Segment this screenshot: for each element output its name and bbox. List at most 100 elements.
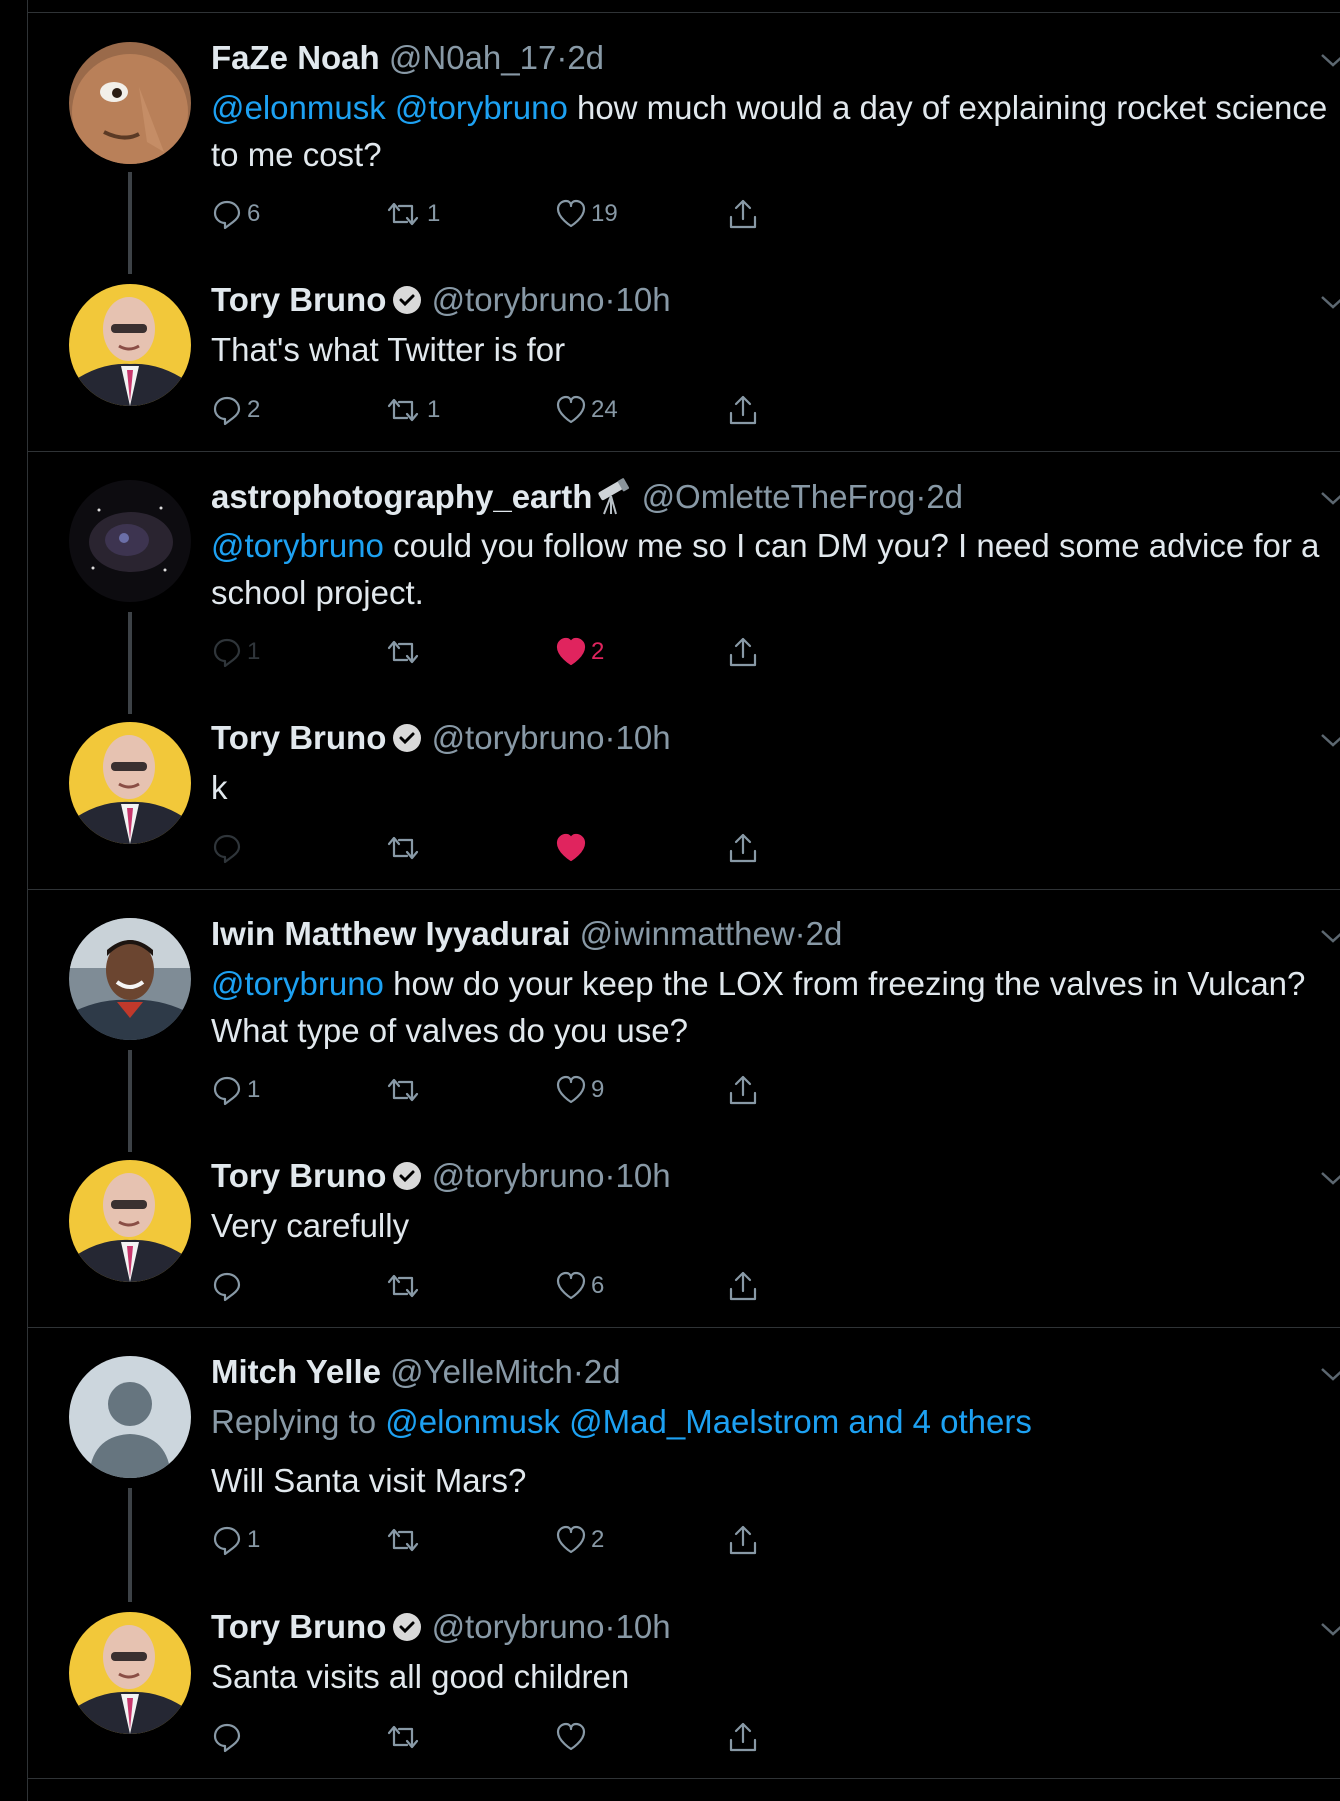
like-button[interactable] (555, 828, 591, 868)
retweet-button[interactable]: 1 (383, 194, 440, 234)
reply-icon (213, 834, 241, 864)
retweet-icon (387, 202, 419, 226)
retweet-button[interactable] (383, 632, 427, 672)
timestamp[interactable]: 2d (567, 39, 604, 76)
smiling-man-avatar (69, 918, 191, 1040)
tweet-header: Tory Bruno @torybruno·10h (211, 1607, 671, 1647)
share-button[interactable] (727, 194, 759, 234)
retweet-button[interactable] (383, 1266, 427, 1306)
share-button[interactable] (727, 828, 759, 868)
avatar[interactable] (69, 1356, 191, 1478)
display-name[interactable]: FaZe Noah (211, 39, 380, 76)
chevron-down-icon[interactable] (1318, 926, 1340, 946)
retweet-button[interactable]: 1 (383, 390, 440, 430)
chevron-down-icon[interactable] (1318, 488, 1340, 508)
tweet-text: Santa visits all good children (211, 1658, 630, 1695)
separator-dot: · (556, 39, 568, 76)
retweet-icon (387, 1725, 419, 1749)
reply-button[interactable]: 1 (211, 632, 260, 672)
chevron-down-icon[interactable] (1318, 1619, 1340, 1639)
retweet-button[interactable] (383, 828, 427, 868)
user-handle[interactable]: @torybruno (432, 281, 605, 318)
chevron-down-icon[interactable] (1318, 50, 1340, 70)
user-handle[interactable]: @torybruno (432, 1157, 605, 1194)
display-name[interactable]: Iwin Matthew Iyyadurai (211, 915, 570, 952)
share-button[interactable] (727, 1070, 759, 1110)
mention-link[interactable]: @torybruno (211, 965, 384, 1002)
display-name[interactable]: astrophotography_earth (211, 478, 592, 515)
display-name[interactable]: Tory Bruno (211, 1157, 386, 1194)
like-count: 2 (591, 638, 605, 665)
reply-button[interactable]: 2 (211, 390, 260, 430)
reply-button[interactable]: 6 (211, 194, 260, 234)
mention-link[interactable]: @elonmusk @torybruno (211, 89, 568, 126)
chevron-down-icon[interactable] (1318, 1364, 1340, 1384)
reply-button[interactable]: 1 (211, 1070, 260, 1110)
like-button[interactable]: 6 (555, 1266, 604, 1306)
avatar[interactable] (69, 480, 191, 602)
reply-button[interactable] (211, 828, 247, 868)
replying-to-link[interactable]: @elonmusk @Mad_Maelstrom and 4 others (385, 1403, 1032, 1440)
user-handle[interactable]: @OmletteTheFrog (642, 478, 916, 515)
reply-icon (213, 1076, 241, 1106)
heart-filled-icon (556, 833, 586, 862)
avatar[interactable] (69, 722, 191, 844)
user-handle[interactable]: @iwinmatthew (580, 915, 795, 952)
retweet-button[interactable] (383, 1520, 427, 1560)
like-button[interactable]: 9 (555, 1070, 604, 1110)
divider (28, 1327, 1340, 1328)
avatar[interactable] (69, 42, 191, 164)
retweet-icon (387, 836, 419, 860)
user-handle[interactable]: @YelleMitch (390, 1353, 573, 1390)
chevron-down-icon[interactable] (1318, 292, 1340, 312)
heart-icon (556, 1075, 586, 1104)
retweet-button[interactable] (383, 1070, 427, 1110)
tweet-header: Tory Bruno @torybruno·10h (211, 718, 671, 758)
avatar[interactable] (69, 1160, 191, 1282)
retweet-count: 1 (427, 200, 441, 227)
tweet-actions (211, 828, 811, 868)
avatar[interactable] (69, 1612, 191, 1734)
tweet-text: @elonmusk @torybruno how much would a da… (211, 89, 1328, 173)
reply-button[interactable] (211, 1717, 247, 1757)
timestamp[interactable]: 2d (806, 915, 843, 952)
timestamp[interactable]: 10h (615, 1157, 670, 1194)
display-name[interactable]: Mitch Yelle (211, 1353, 381, 1390)
share-button[interactable] (727, 632, 759, 672)
heart-icon (556, 1525, 586, 1554)
reply-button[interactable] (211, 1266, 247, 1306)
avatar[interactable] (69, 918, 191, 1040)
share-button[interactable] (727, 1717, 759, 1757)
retweet-icon (387, 640, 419, 664)
reply-icon (213, 200, 241, 230)
like-button[interactable]: 19 (555, 194, 618, 234)
display-name[interactable]: Tory Bruno (211, 1608, 386, 1645)
like-button[interactable]: 2 (555, 632, 604, 672)
timestamp[interactable]: 10h (615, 719, 670, 756)
timestamp[interactable]: 2d (926, 478, 963, 515)
retweet-button[interactable] (383, 1717, 427, 1757)
share-icon (729, 395, 757, 425)
reply-button[interactable]: 1 (211, 1520, 260, 1560)
display-name[interactable]: Tory Bruno (211, 281, 386, 318)
user-handle[interactable]: @torybruno (432, 719, 605, 756)
chevron-down-icon[interactable] (1318, 730, 1340, 750)
user-handle[interactable]: @torybruno (432, 1608, 605, 1645)
chevron-down-icon[interactable] (1318, 1168, 1340, 1188)
user-handle[interactable]: @N0ah_17 (389, 39, 556, 76)
reply-count: 6 (247, 200, 261, 227)
share-button[interactable] (727, 390, 759, 430)
mention-link[interactable]: @torybruno (211, 527, 384, 564)
replying-to: Replying to @elonmusk @Mad_Maelstrom and… (211, 1403, 1032, 1440)
display-name[interactable]: Tory Bruno (211, 719, 386, 756)
avatar[interactable] (69, 284, 191, 406)
divider (28, 12, 1340, 13)
like-button[interactable]: 2 (555, 1520, 604, 1560)
timestamp[interactable]: 10h (615, 1608, 670, 1645)
timestamp[interactable]: 10h (615, 281, 670, 318)
share-button[interactable] (727, 1520, 759, 1560)
timestamp[interactable]: 2d (584, 1353, 621, 1390)
share-button[interactable] (727, 1266, 759, 1306)
like-button[interactable]: 24 (555, 390, 618, 430)
like-button[interactable] (555, 1717, 591, 1757)
